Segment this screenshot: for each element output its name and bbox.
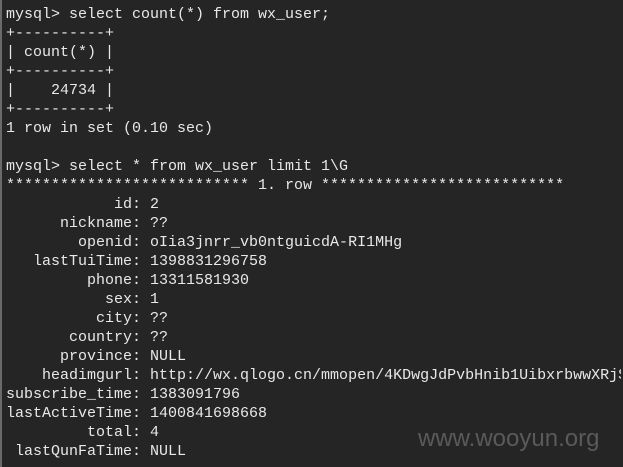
field-name: lastActiveTime <box>6 405 133 422</box>
separator: : <box>132 196 151 213</box>
separator: : <box>132 291 151 308</box>
field-value: 1383091796 <box>150 386 241 403</box>
record-field-openid: openid: oIia3jnrr_vb0ntguicdA-RI1MHg <box>6 233 621 252</box>
separator: : <box>132 234 151 251</box>
separator: : <box>132 348 151 365</box>
field-value: ?? <box>150 215 169 232</box>
record-field-lastActiveTime: lastActiveTime: 1400841698668 <box>6 404 621 423</box>
record-field-headimgurl: headimgurl: http://wx.qlogo.cn/mmopen/4K… <box>6 366 621 385</box>
field-value: oIia3jnrr_vb0ntguicdA-RI1MHg <box>150 234 403 251</box>
record-field-nickname: nickname: ?? <box>6 214 621 233</box>
terminal-line: mysql> select count(*) from wx_user; <box>6 6 331 23</box>
record-field-phone: phone: 13311581930 <box>6 271 621 290</box>
field-name: openid <box>78 234 133 251</box>
separator: : <box>132 215 151 232</box>
record-field-lastTuiTime: lastTuiTime: 1398831296758 <box>6 252 621 271</box>
terminal-window[interactable]: mysql> select count(*) from wx_user; +---… <box>0 0 621 467</box>
separator: : <box>132 386 151 403</box>
record-field-subscribe_time: subscribe_time: 1383091796 <box>6 385 621 404</box>
separator: : <box>132 310 151 327</box>
field-name: total <box>87 424 133 441</box>
field-value: 1398831296758 <box>150 253 268 270</box>
terminal-line: | count(*) | <box>6 44 115 61</box>
terminal-line: mysql> select * from wx_user limit 1\G <box>6 158 349 175</box>
field-name: lastTuiTime <box>32 253 133 270</box>
field-name: sex <box>105 291 133 308</box>
separator: : <box>132 329 151 346</box>
field-value: 2 <box>150 196 160 213</box>
field-value: NULL <box>150 348 187 365</box>
field-value: 4 <box>150 424 160 441</box>
separator: : <box>132 443 151 460</box>
field-value: http://wx.qlogo.cn/mmopen/4KDwgJdPvbHnib… <box>150 367 621 384</box>
terminal-line: 1 row in set (0.10 sec) <box>6 120 214 137</box>
field-value: ?? <box>150 310 169 327</box>
terminal-line: *************************** 1. row *****… <box>6 177 565 194</box>
terminal-line: | 24734 | <box>6 82 115 99</box>
separator: : <box>132 367 151 384</box>
field-name: province <box>60 348 133 365</box>
separator: : <box>132 272 151 289</box>
field-name: nickname <box>60 215 133 232</box>
field-value: ?? <box>150 329 169 346</box>
record-field-id: id: 2 <box>6 195 621 214</box>
terminal-line: +----------+ <box>6 25 115 42</box>
record-field-province: province: NULL <box>6 347 621 366</box>
field-name: country <box>69 329 133 346</box>
record-field-sex: sex: 1 <box>6 290 621 309</box>
watermark: www.wooyun.org <box>418 425 600 452</box>
field-name: subscribe_time <box>6 386 133 403</box>
separator: : <box>132 405 151 422</box>
field-name: id <box>114 196 133 213</box>
record-field-city: city: ?? <box>6 309 621 328</box>
separator: : <box>132 424 151 441</box>
field-name: phone <box>87 272 133 289</box>
separator: : <box>132 253 151 270</box>
terminal-line: +----------+ <box>6 101 115 118</box>
record-field-country: country: ?? <box>6 328 621 347</box>
terminal-line: +----------+ <box>6 63 115 80</box>
field-value: 1400841698668 <box>150 405 268 422</box>
field-name: lastQunFaTime <box>14 443 133 460</box>
field-value: NULL <box>150 443 187 460</box>
field-name: headimgurl <box>42 367 133 384</box>
field-name: city <box>96 310 133 327</box>
field-value: 13311581930 <box>150 272 250 289</box>
field-value: 1 <box>150 291 160 308</box>
